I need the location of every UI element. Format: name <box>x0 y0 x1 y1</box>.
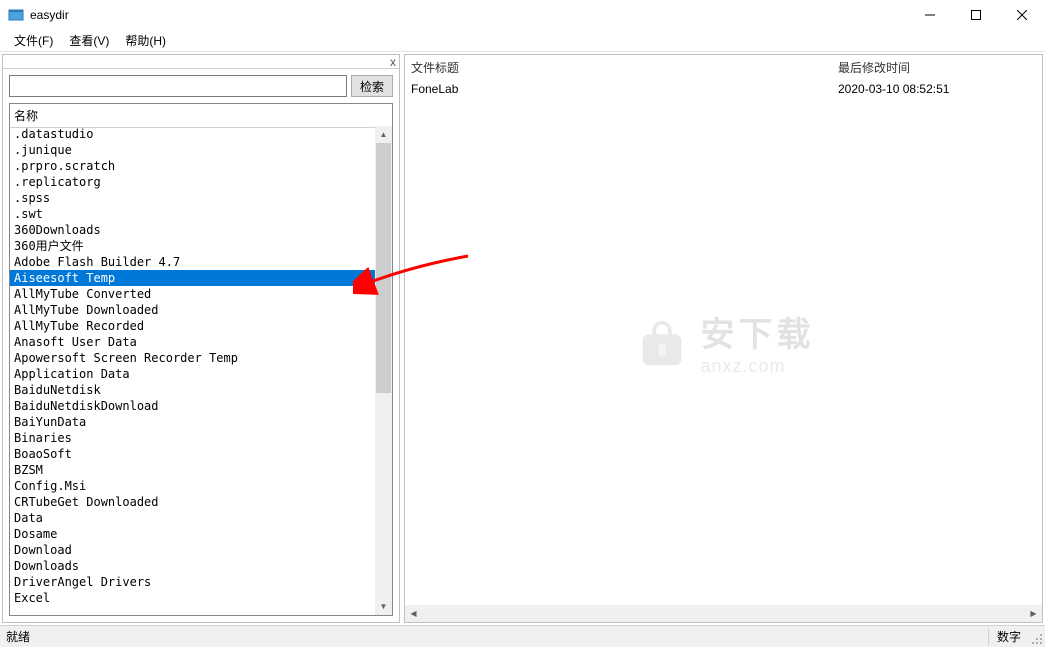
list-body[interactable]: .datastudio.junique.prpro.scratch.replic… <box>10 126 375 615</box>
list-item[interactable]: Config.Msi <box>10 478 375 494</box>
left-panel: x 检索 名称 .datastudio.junique.prpro.scratc… <box>2 54 400 623</box>
list-item[interactable]: .prpro.scratch <box>10 158 375 174</box>
menu-view[interactable]: 查看(V) <box>61 30 117 51</box>
list-item[interactable]: Application Data <box>10 366 375 382</box>
hscroll-track[interactable] <box>422 605 1025 622</box>
watermark-cn: 安下载 <box>701 307 815 356</box>
list-item[interactable]: Excel <box>10 590 375 606</box>
status-right: 数字 <box>997 628 1027 645</box>
scroll-up-icon[interactable]: ▲ <box>375 126 392 143</box>
folder-list: 名称 .datastudio.junique.prpro.scratch.rep… <box>9 103 393 616</box>
hscroll-left-icon[interactable]: ◀ <box>405 605 422 622</box>
resize-grip[interactable] <box>1027 626 1045 647</box>
window-buttons <box>907 0 1045 29</box>
list-item[interactable]: BoaoSoft <box>10 446 375 462</box>
list-item[interactable]: 360用户文件 <box>10 238 375 254</box>
list-item[interactable]: .junique <box>10 142 375 158</box>
watermark: 安下载 anxz.com <box>633 307 815 377</box>
list-item[interactable]: .datastudio <box>10 126 375 142</box>
menu-file[interactable]: 文件(F) <box>6 30 61 51</box>
list-item[interactable]: Aiseesoft Temp <box>10 270 375 286</box>
list-item[interactable]: 360Downloads <box>10 222 375 238</box>
search-input[interactable] <box>9 75 347 97</box>
list-item[interactable]: Binaries <box>10 430 375 446</box>
list-item[interactable]: BaiYunData <box>10 414 375 430</box>
close-icon <box>1017 10 1027 20</box>
close-button[interactable] <box>999 0 1045 29</box>
list-item[interactable]: Adobe Flash Builder 4.7 <box>10 254 375 270</box>
search-row: 检索 <box>3 69 399 101</box>
list-item[interactable]: BZSM <box>10 462 375 478</box>
grip-icon <box>1031 633 1043 645</box>
list-item[interactable]: CRTubeGet Downloaded <box>10 494 375 510</box>
right-panel: 文件标题 最后修改时间 FoneLab2020-03-10 08:52:51 安… <box>404 54 1043 623</box>
table-row[interactable]: FoneLab2020-03-10 08:52:51 <box>405 79 1042 99</box>
list-scrollbar[interactable]: ▲ ▼ <box>375 126 392 615</box>
scroll-down-icon[interactable]: ▼ <box>375 598 392 615</box>
minimize-icon <box>925 10 935 20</box>
title-bar: easydir <box>0 0 1045 30</box>
right-body[interactable]: FoneLab2020-03-10 08:52:51 安下载 anxz.com <box>405 79 1042 605</box>
main-area: x 检索 名称 .datastudio.junique.prpro.scratc… <box>0 52 1045 625</box>
app-icon <box>8 7 24 23</box>
window-title: easydir <box>30 8 907 22</box>
maximize-button[interactable] <box>953 0 999 29</box>
list-item[interactable]: Apowersoft Screen Recorder Temp <box>10 350 375 366</box>
panel-close-strip: x <box>3 55 399 69</box>
hscroll-right-icon[interactable]: ▶ <box>1025 605 1042 622</box>
cell-title: FoneLab <box>405 82 832 96</box>
list-item[interactable]: Downloads <box>10 558 375 574</box>
list-item[interactable]: AllMyTube Recorded <box>10 318 375 334</box>
panel-close-button[interactable]: x <box>390 55 396 69</box>
list-item[interactable]: Dosame <box>10 526 375 542</box>
minimize-button[interactable] <box>907 0 953 29</box>
right-hscrollbar[interactable]: ◀ ▶ <box>405 605 1042 622</box>
right-header: 文件标题 最后修改时间 <box>405 55 1042 79</box>
status-bar: 就绪 数字 <box>0 625 1045 647</box>
column-modified-time[interactable]: 最后修改时间 <box>832 59 1042 76</box>
cell-time: 2020-03-10 08:52:51 <box>832 82 1042 96</box>
watermark-en: anxz.com <box>701 356 815 377</box>
list-item[interactable]: Anasoft User Data <box>10 334 375 350</box>
search-button[interactable]: 检索 <box>351 75 393 97</box>
list-item[interactable]: AllMyTube Downloaded <box>10 302 375 318</box>
list-header-name[interactable]: 名称 <box>10 104 392 128</box>
menu-help[interactable]: 帮助(H) <box>117 30 174 51</box>
list-item[interactable]: BaiduNetdiskDownload <box>10 398 375 414</box>
list-item[interactable]: .replicatorg <box>10 174 375 190</box>
list-item[interactable]: DriverAngel Drivers <box>10 574 375 590</box>
list-item[interactable]: .spss <box>10 190 375 206</box>
lock-bag-icon <box>633 313 691 371</box>
list-item[interactable]: .swt <box>10 206 375 222</box>
list-item[interactable]: AllMyTube Converted <box>10 286 375 302</box>
status-left: 就绪 <box>0 628 980 645</box>
column-file-title[interactable]: 文件标题 <box>405 59 832 76</box>
menu-bar: 文件(F) 查看(V) 帮助(H) <box>0 30 1045 52</box>
list-item[interactable]: Data <box>10 510 375 526</box>
status-separator <box>988 629 989 645</box>
list-item[interactable]: BaiduNetdisk <box>10 382 375 398</box>
scroll-thumb[interactable] <box>376 143 391 393</box>
list-item[interactable]: Download <box>10 542 375 558</box>
maximize-icon <box>971 10 981 20</box>
